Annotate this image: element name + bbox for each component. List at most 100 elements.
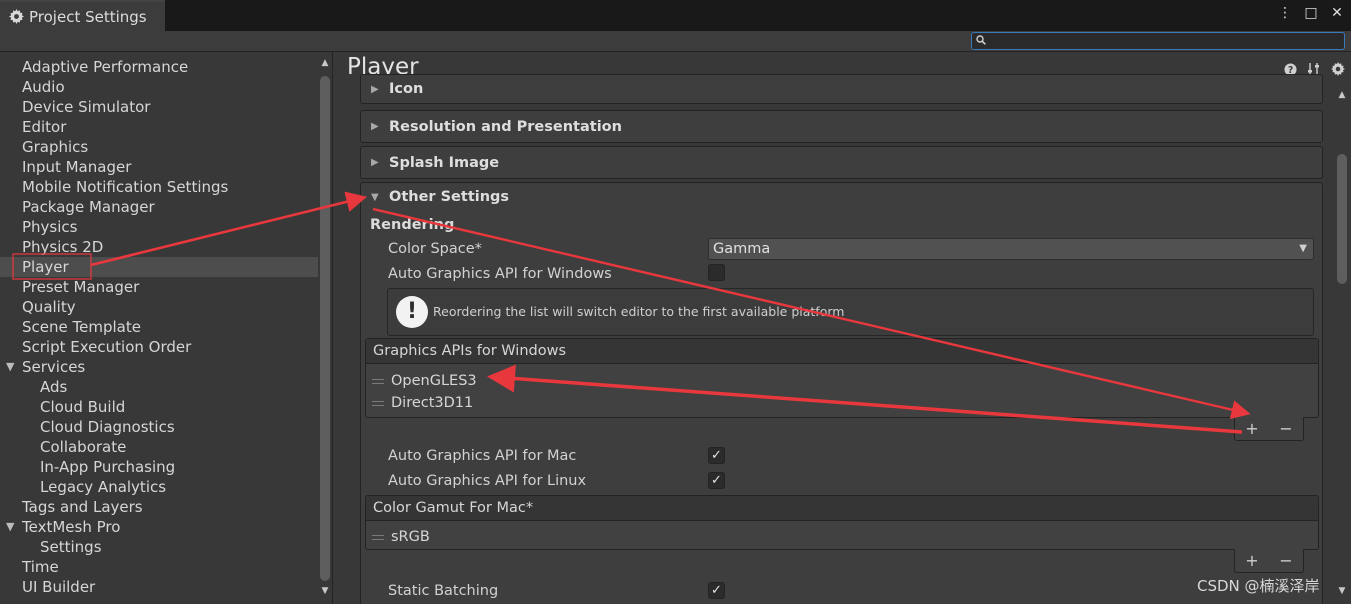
sidebar-item-label: Services [22,358,86,376]
sidebar-item[interactable]: Cloud Build [0,397,318,417]
auto-graphics-api-linux-checkbox[interactable]: ✓ [708,472,725,489]
sidebar-item[interactable]: Physics [0,217,318,237]
scroll-down-icon[interactable]: ▼ [1337,586,1347,598]
sidebar-item-label: Cloud Build [40,398,126,416]
list-item[interactable]: Direct3D11 [372,395,473,411]
drag-handle-icon[interactable] [372,378,384,384]
sidebar-item[interactable]: Settings [0,537,318,557]
sidebar-item-label: Physics 2D [22,238,104,256]
sidebar-item[interactable]: Mobile Notification Settings [0,177,318,197]
auto-graphics-api-mac-label: Auto Graphics API for Mac [388,448,577,464]
inspector-scroll-thumb[interactable] [1337,154,1347,284]
static-batching-label: Static Batching [388,583,499,599]
sidebar-item[interactable]: Script Execution Order [0,337,318,357]
foldout-expanded-icon: ▼ [371,191,379,203]
foldout-collapsed-icon: ▶ [371,83,379,95]
splash-section-header[interactable]: ▶ Splash Image [360,146,1323,179]
foldout-expanded-icon[interactable]: ▼ [6,357,14,377]
add-item-button[interactable]: + [1241,551,1263,570]
drag-handle-icon[interactable] [372,534,384,540]
sidebar-item-label: UI Builder [22,578,96,596]
sidebar-item-label: Quality [22,298,76,316]
sidebar-item[interactable]: Audio [0,77,318,97]
scroll-up-icon[interactable]: ▲ [320,58,330,70]
list-item[interactable]: sRGB [372,529,430,545]
info-help-box: ! Reordering the list will switch editor… [387,288,1314,336]
drag-handle-icon[interactable] [372,400,384,406]
color-gamut-list-header: Color Gamut For Mac* [366,496,1318,521]
foldout-expanded-icon[interactable]: ▼ [6,517,14,537]
sidebar-item[interactable]: Player [0,257,318,277]
sidebar-item[interactable]: Cloud Diagnostics [0,417,318,437]
auto-graphics-api-linux-label: Auto Graphics API for Linux [388,473,587,489]
color-space-dropdown[interactable]: Gamma ▼ [708,238,1314,260]
foldout-collapsed-icon: ▶ [371,121,379,132]
static-batching-checkbox[interactable]: ✓ [708,582,725,599]
close-icon[interactable]: ✕ [1329,4,1345,22]
more-options-icon[interactable]: ⋮ [1277,4,1293,22]
sidebar-scrollbar[interactable]: ▲ ▼ [318,52,332,604]
sidebar-item[interactable]: ▼ Services [0,357,318,377]
sidebar-item[interactable]: In-App Purchasing [0,457,318,477]
sidebar-item[interactable]: Tags and Layers [0,497,318,517]
sidebar-item[interactable]: Ads [0,377,318,397]
sidebar-item[interactable]: Adaptive Performance [0,57,318,77]
info-icon: ! [396,296,428,328]
search-field[interactable] [971,32,1345,50]
sidebar-item-label: Mobile Notification Settings [22,178,229,196]
settings-gear-icon[interactable] [1331,62,1345,76]
sidebar-item[interactable]: Graphics [0,137,318,157]
list-item[interactable]: OpenGLES3 [372,373,477,389]
help-message: Reordering the list will switch editor t… [433,304,845,319]
project-settings-tab[interactable]: Project Settings [0,0,165,31]
remove-item-button[interactable]: − [1275,551,1297,570]
other-settings-section: ▼ Other Settings Rendering Color Space* … [360,182,1323,604]
settings-sidebar: Adaptive Performance Audio Device Simulato… [0,52,333,604]
sidebar-item[interactable]: Time [0,557,318,577]
sidebar-item[interactable]: UI Builder [0,577,318,597]
sidebar-item[interactable]: Preset Manager [0,277,318,297]
sidebar-item-label: Adaptive Performance [22,58,189,76]
color-gamut-list-footer: + − [1234,549,1304,573]
sidebar-item[interactable]: Quality [0,297,318,317]
sidebar-item-label: Tags and Layers [22,498,143,516]
remove-item-button[interactable]: − [1275,419,1297,438]
player-settings-panel: Player ? ▶ Icon ▶ Resolution and Present… [334,52,1351,604]
auto-graphics-api-windows-checkbox[interactable] [708,264,725,281]
search-input[interactable] [990,34,1344,48]
graphics-apis-list-header: Graphics APIs for Windows [366,339,1318,364]
resolution-section-header[interactable]: ▶ Resolution and Presentation [360,110,1323,143]
toolbar [0,31,1351,52]
sidebar-item[interactable]: Collaborate [0,437,318,457]
watermark: CSDN @楠溪泽岸 [1197,577,1320,595]
icon-section-header[interactable]: ▶ Icon [360,74,1323,104]
sidebar-item-label: Input Manager [22,158,132,176]
sidebar-item-label: Physics [22,218,78,236]
sidebar-item[interactable]: Physics 2D [0,237,318,257]
sidebar-item-label: Package Manager [22,198,155,216]
settings-category-list: Adaptive Performance Audio Device Simulato… [0,57,318,597]
other-settings-header[interactable]: ▼ Other Settings [371,189,509,205]
sidebar-item-label: Scene Template [22,318,141,336]
sidebar-item-label: Ads [40,378,68,396]
auto-graphics-api-mac-checkbox[interactable]: ✓ [708,447,725,464]
sidebar-item[interactable]: ▼ TextMesh Pro [0,517,318,537]
sidebar-item[interactable]: Scene Template [0,317,318,337]
sidebar-item[interactable]: Editor [0,117,318,137]
scroll-down-icon[interactable]: ▼ [320,586,330,598]
sidebar-scroll-thumb[interactable] [320,76,330,581]
color-space-label: Color Space* [388,241,482,257]
sidebar-item[interactable]: Input Manager [0,157,318,177]
sidebar-item[interactable]: Device Simulator [0,97,318,117]
add-item-button[interactable]: + [1241,419,1263,438]
graphics-apis-list: Graphics APIs for Windows OpenGLES3 Dire… [365,338,1319,418]
scroll-up-icon[interactable]: ▲ [1337,90,1347,102]
sidebar-item-label: Collaborate [40,438,127,456]
sidebar-item[interactable]: Package Manager [0,197,318,217]
sidebar-item-label: Editor [22,118,67,136]
search-icon [976,33,986,49]
maximize-icon[interactable]: □ [1303,4,1319,22]
window-title: Project Settings [29,7,147,26]
inspector-scrollbar[interactable]: ▲ ▼ [1335,82,1349,604]
sidebar-item[interactable]: Legacy Analytics [0,477,318,497]
